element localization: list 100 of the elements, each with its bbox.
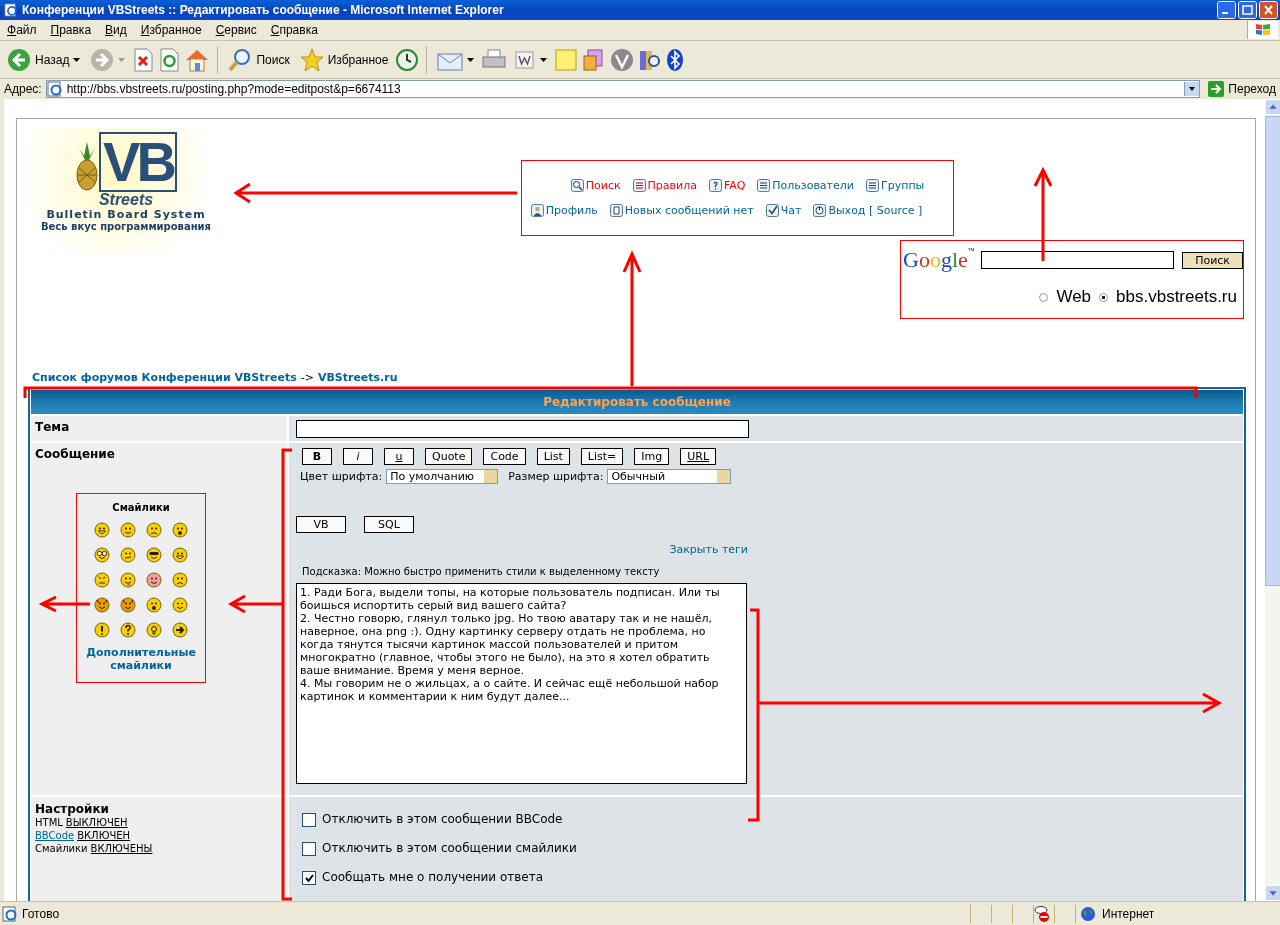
maximize-button[interactable] (1238, 1, 1257, 19)
more-smilies-link[interactable]: Дополнительные смайлики (77, 646, 205, 672)
caret-icon[interactable] (73, 57, 81, 62)
zone-text: Интернет (1102, 906, 1155, 921)
setting-value[interactable]: ВЫКЛЮЧЕН (65, 816, 128, 829)
refresh-icon[interactable] (158, 47, 181, 72)
bbcode-button[interactable]: i (343, 448, 373, 465)
menu-item[interactable]: Избранное (133, 23, 209, 37)
form-header: Редактировать сообщение (30, 389, 1244, 415)
message-field[interactable]: 1. Ради Бога, выдели топы, на которые пользователь подписан. Или ты боишься испортить серый вид вашего сайта? 2. Честно говорю, глянул только jpg. Но твою аватару так и не нашёл, наверное, она png :). Одну картинку серверу отдать не проблема, но когда тянутся тысячи картинок массой пользователей и притом многократно (главное, чтобы этого не было), на это я хотел обратить ваше внимание. Время у меня верное. 4. Мы говорим не о жильцах, а о сайте. И сейчас ещё небольшой набор картинок и комментарии к ним будут далее... (296, 583, 747, 784)
smiley-icon[interactable] (172, 572, 188, 588)
nav-link[interactable]: Поиск (585, 179, 621, 192)
bbcode-button[interactable]: B (302, 448, 332, 465)
subject-field[interactable] (296, 420, 749, 438)
go-arrow-icon[interactable] (1208, 81, 1225, 97)
window-title: Конференции VBStreets :: Редактировать сообщение - Microsoft Internet Explorer (22, 3, 505, 17)
font-color-select[interactable]: По умолчанию (386, 469, 499, 484)
scroll-up-button[interactable] (1265, 99, 1280, 115)
smiley-icon[interactable] (172, 522, 188, 538)
bbcode-button[interactable]: u (384, 448, 414, 465)
smiley-icon[interactable] (120, 622, 136, 638)
bbcode-button[interactable]: List= (580, 448, 624, 465)
smiley-icon[interactable] (120, 597, 136, 613)
radio-label[interactable]: bbs.vbstreets.ru (1116, 287, 1237, 307)
smiley-icon[interactable] (146, 522, 162, 538)
windows-flag-icon (1254, 22, 1272, 38)
smiley-icon[interactable] (172, 597, 188, 613)
shield-icon[interactable] (610, 47, 635, 72)
search-button[interactable]: Поиск (1182, 251, 1243, 269)
bbcode-button[interactable]: Quote (425, 448, 473, 465)
checkbox[interactable] (302, 871, 316, 885)
close-button[interactable] (1259, 1, 1278, 19)
checkbox-label[interactable]: Сообщать мне о получении ответа (322, 869, 544, 884)
stop-icon[interactable] (132, 47, 155, 72)
checkbox-label[interactable]: Отключить в этом сообщении BBCode (322, 811, 563, 826)
favorites-button[interactable]: Избранное (296, 45, 392, 74)
menu-item[interactable]: Сервис (208, 23, 264, 37)
caret-icon[interactable] (540, 57, 548, 62)
go-button[interactable]: Переход (1208, 81, 1276, 97)
search-icon[interactable] (228, 47, 253, 72)
smiley-icon[interactable] (120, 547, 136, 563)
font-size-select[interactable]: Обычный (607, 469, 732, 484)
radio-label[interactable]: Web (1056, 287, 1092, 307)
smiley-icon[interactable] (120, 522, 136, 538)
star-icon[interactable] (299, 47, 324, 72)
breadcrumb-link[interactable]: Список форумов Конференции VBStreets (32, 371, 297, 385)
bbcode-button[interactable]: Img (634, 448, 670, 465)
scroll-down-button[interactable] (1265, 885, 1280, 901)
nav-link[interactable]: Группы (881, 179, 925, 192)
font-size-label: Размер шрифта: (508, 470, 604, 483)
setting-link[interactable]: BBCode (35, 829, 75, 842)
radio-button[interactable] (1039, 292, 1049, 302)
minimize-button[interactable] (1217, 1, 1236, 19)
smiley-icon[interactable] (146, 597, 162, 613)
caret-icon[interactable] (467, 57, 475, 62)
checkbox[interactable] (302, 813, 316, 827)
back-button[interactable]: Назад (4, 45, 84, 74)
history-icon[interactable] (395, 47, 420, 72)
scroll-thumb[interactable] (1265, 116, 1280, 586)
search-field[interactable] (980, 251, 1175, 269)
smiley-icon[interactable] (172, 622, 188, 638)
nav-link[interactable]: Пользователи (772, 179, 854, 192)
nav-link[interactable]: Новых сообщений нет (624, 204, 754, 217)
nav-link[interactable]: FAQ (724, 179, 746, 192)
bbcode-button[interactable]: SQL (364, 516, 414, 533)
smiley-icon[interactable] (94, 622, 110, 638)
search-button[interactable]: Поиск (225, 45, 293, 74)
privacy-icon[interactable] (1034, 904, 1050, 923)
menu-item[interactable]: Вид (98, 23, 134, 37)
close-tags-link[interactable]: Закрыть теги (669, 543, 748, 556)
smiley-icon[interactable] (94, 547, 110, 563)
bbcode-button[interactable]: URL (680, 448, 717, 465)
breadcrumb-link[interactable]: VBStreets.ru (317, 371, 398, 385)
smiley-icon[interactable] (146, 572, 162, 588)
bbcode-button[interactable]: Code (483, 448, 526, 465)
nav-link[interactable]: Правила (647, 179, 697, 192)
smiley-icon[interactable] (120, 572, 136, 588)
smiley-icon[interactable] (146, 622, 162, 638)
nav-link[interactable]: Профиль (545, 204, 598, 217)
nav-link[interactable]: Выход [ Source ] (828, 204, 923, 217)
radio-button[interactable] (1099, 292, 1109, 302)
bluetooth-icon[interactable] (666, 47, 685, 72)
setting-value[interactable]: ВКЛЮЧЕНЫ (90, 842, 153, 855)
menu-item[interactable]: Файл (0, 23, 44, 37)
nav-link[interactable]: Чат (780, 204, 802, 217)
power-icon (813, 204, 827, 217)
smiley-icon[interactable] (94, 522, 110, 538)
bbcode-button[interactable]: VB (296, 516, 346, 533)
setting-value[interactable]: ВКЛЮЧЕН (77, 829, 131, 842)
setting-name: HTML (35, 816, 63, 829)
address-field[interactable]: http://bbs.vbstreets.ru/posting.php?mode=editpost&p=6674113 (45, 80, 1201, 98)
smiley-icon[interactable] (146, 547, 162, 563)
smiley-icon[interactable] (94, 597, 110, 613)
bbcode-button[interactable]: List (536, 448, 570, 465)
checkbox[interactable] (302, 842, 316, 856)
checkbox-label[interactable]: Отключить в этом сообщении смайлики (322, 840, 577, 855)
document-icon[interactable] (514, 48, 537, 71)
menu-item[interactable]: Правка (43, 23, 99, 37)
menu-item[interactable]: Справка (263, 23, 325, 37)
smiley-icon[interactable] (172, 547, 188, 563)
